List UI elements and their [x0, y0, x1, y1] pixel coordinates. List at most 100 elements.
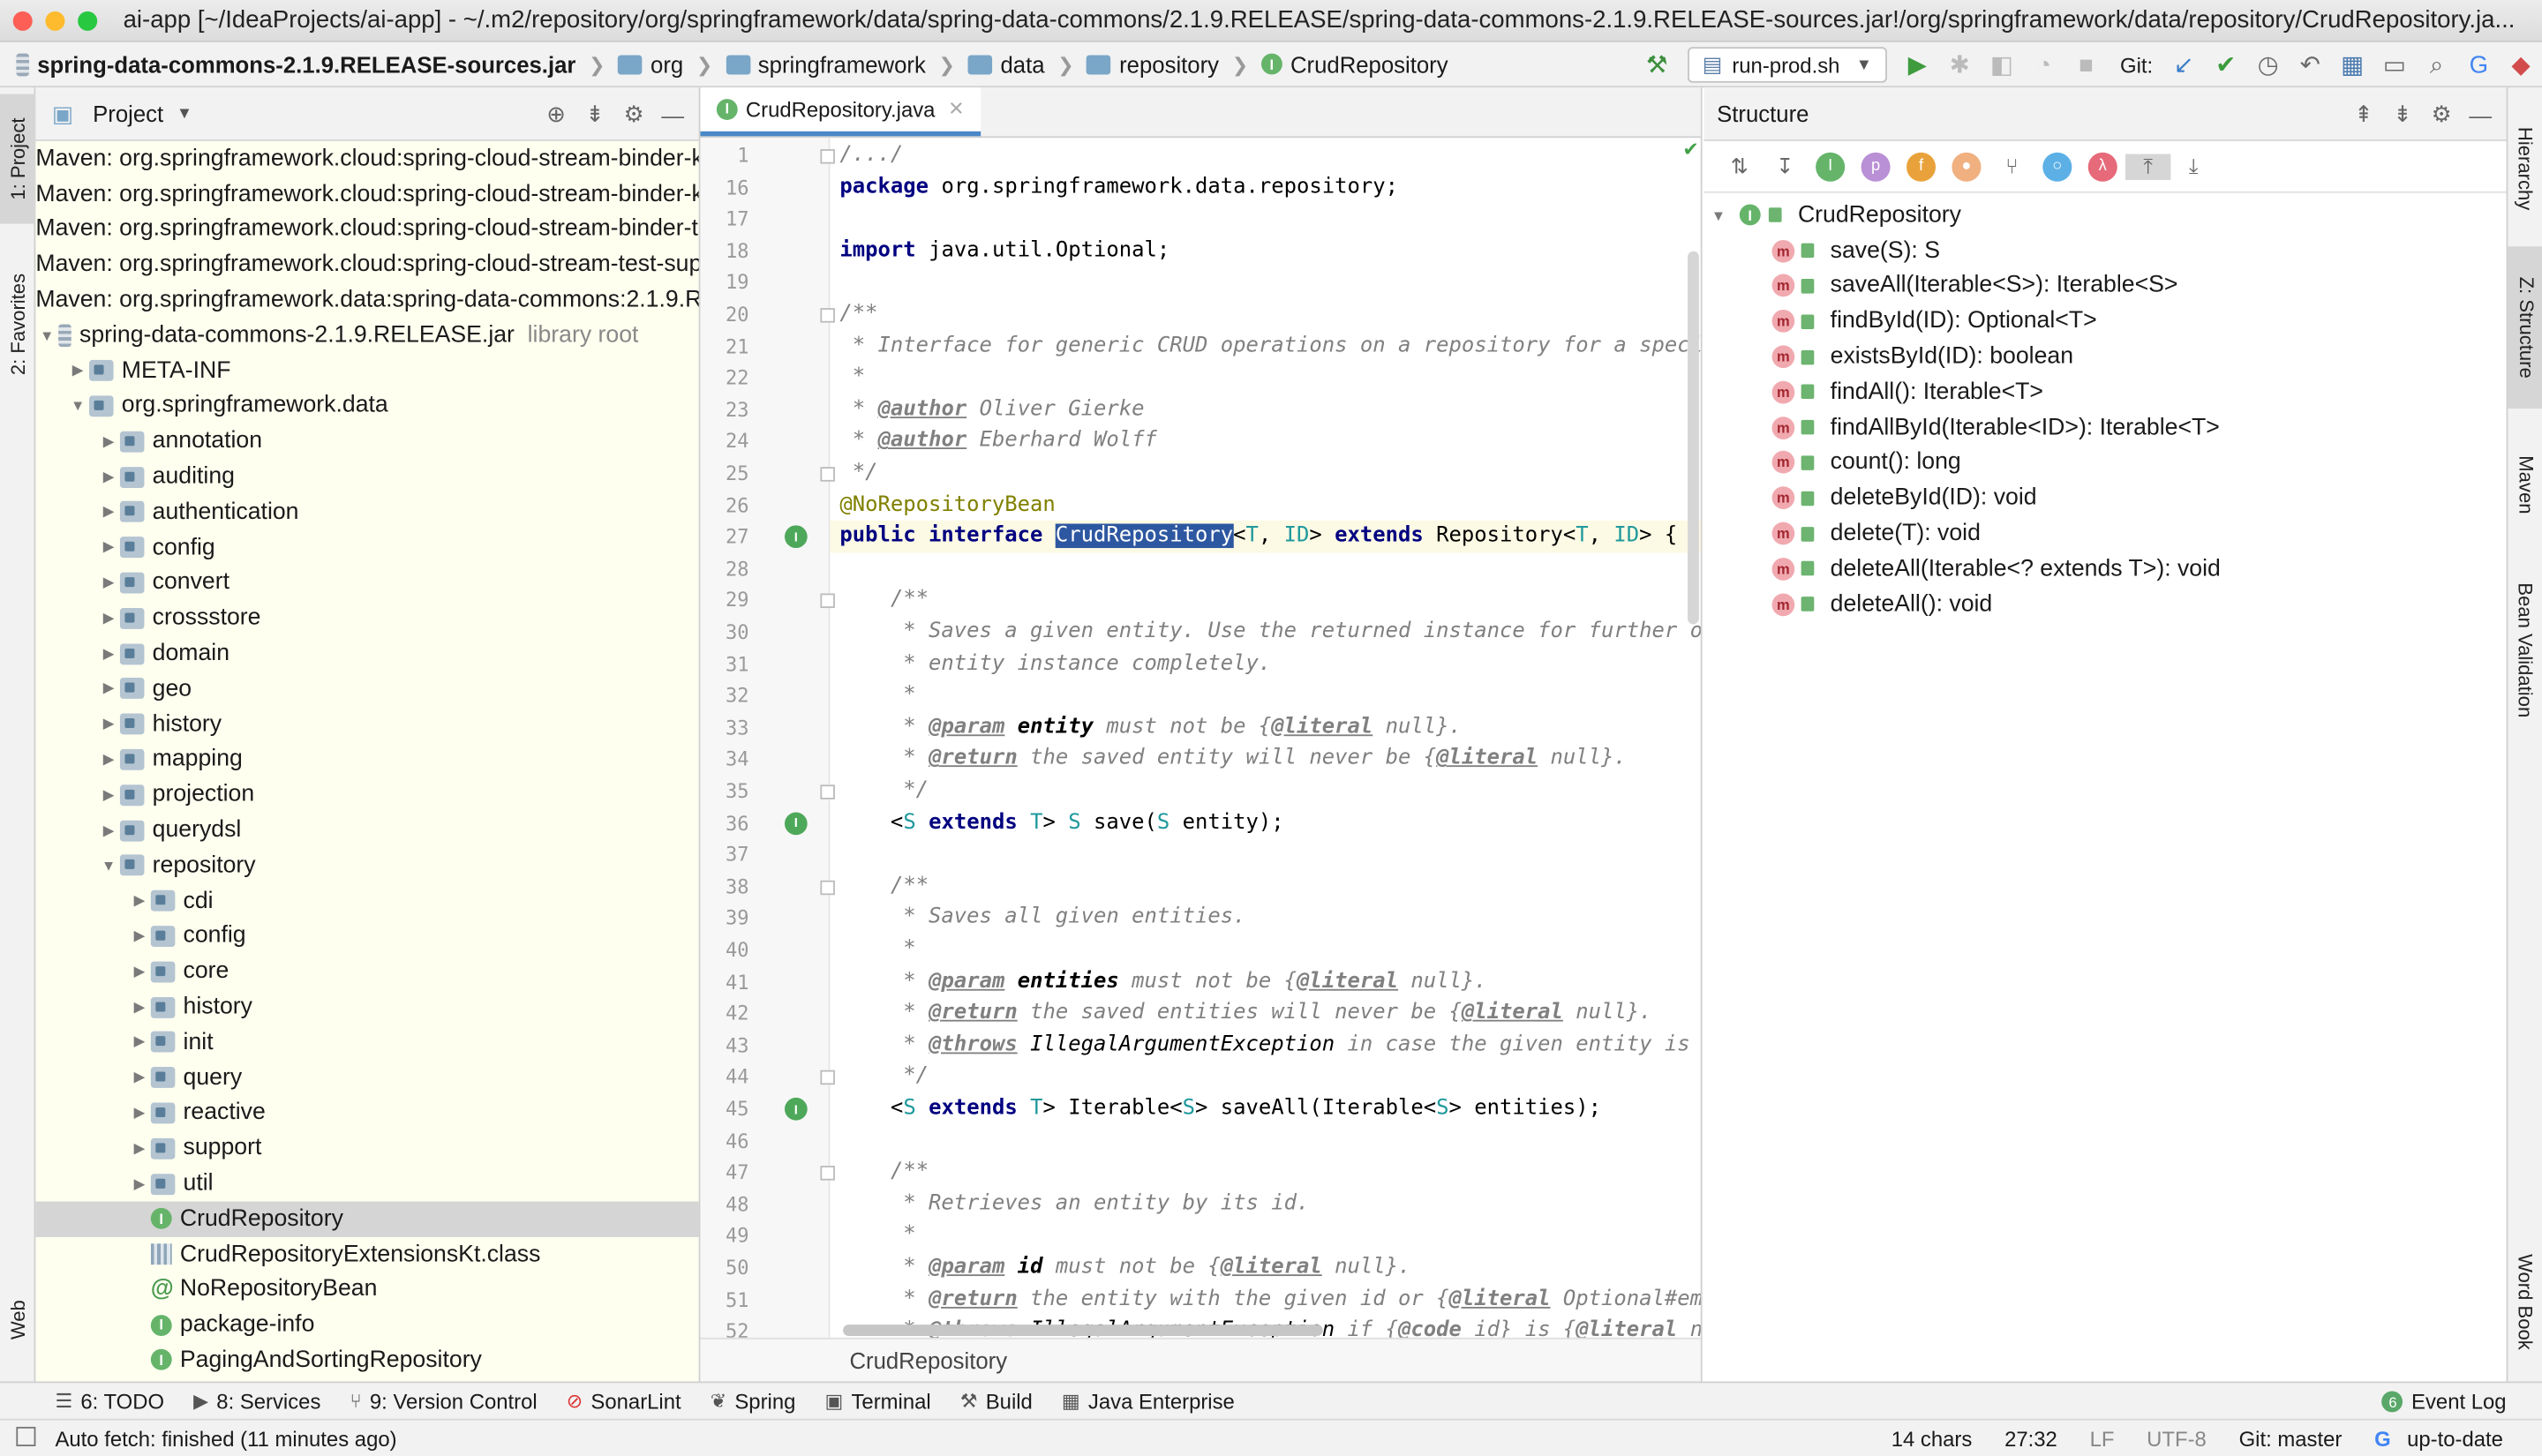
- chevron-right-icon[interactable]: ▶: [97, 716, 120, 733]
- chevron-right-icon[interactable]: ▶: [128, 998, 151, 1016]
- tab-project[interactable]: 1: Project: [0, 94, 36, 224]
- code-line[interactable]: public interface CrudRepository<T, ID> e…: [830, 521, 1701, 553]
- code-breadcrumb[interactable]: CrudRepository: [700, 1337, 1701, 1382]
- chevron-right-icon[interactable]: ▶: [128, 1033, 151, 1051]
- code-line[interactable]: * Retrieves an entity by its id.: [839, 1188, 1309, 1220]
- structure-method-item[interactable]: m delete(T): void: [1703, 516, 2506, 552]
- code-line[interactable]: <S extends T> Iterable<S> saveAll(Iterab…: [839, 1092, 1601, 1124]
- code-line[interactable]: */: [839, 457, 878, 489]
- tab-sonarlint[interactable]: ⊘ SonarLint: [567, 1389, 681, 1414]
- code-line[interactable]: */: [839, 1061, 929, 1092]
- structure-method-item[interactable]: m saveAll(Iterable<S>): Iterable<S>: [1703, 268, 2506, 304]
- chevron-right-icon[interactable]: ▶: [128, 1104, 151, 1122]
- code-line[interactable]: *: [839, 679, 915, 711]
- code-line[interactable]: import java.util.Optional;: [839, 235, 1169, 266]
- tab-favorites[interactable]: 2: Favorites: [0, 244, 35, 406]
- tree-row[interactable]: ▶ crossstore: [35, 601, 698, 636]
- tab-terminal[interactable]: ▣ Terminal: [824, 1389, 930, 1414]
- tree-row[interactable]: Maven: org.springframework.cloud:spring-…: [35, 212, 698, 247]
- code-line[interactable]: /.../: [839, 139, 903, 171]
- breadcrumb-data[interactable]: data ❯: [955, 51, 1074, 77]
- chevron-right-icon[interactable]: ▶: [97, 609, 120, 627]
- chevron-right-icon[interactable]: ▶: [97, 644, 120, 662]
- code-line[interactable]: * @return the saved entity will never be…: [839, 743, 1626, 775]
- tree-row[interactable]: ▶ history: [35, 707, 698, 742]
- chevron-right-icon[interactable]: ▶: [97, 468, 120, 485]
- tree-row[interactable]: ▼ repository: [35, 848, 698, 883]
- tree-row[interactable]: ▼ org.springframework.data: [35, 388, 698, 424]
- tree-row[interactable]: ▶ cdi: [35, 883, 698, 919]
- tree-row[interactable]: ▶ querydsl: [35, 813, 698, 848]
- tree-row[interactable]: ▶ auditing: [35, 459, 698, 494]
- chevron-down-icon[interactable]: ▼: [35, 327, 58, 343]
- locate-icon[interactable]: ⊕: [537, 101, 575, 128]
- chevron-right-icon[interactable]: ▶: [128, 927, 151, 945]
- toggle-tool-windows-icon[interactable]: [16, 1426, 36, 1446]
- tree-row[interactable]: Maven: org.springframework.cloud:spring-…: [35, 176, 698, 212]
- chevron-right-icon[interactable]: ▶: [97, 680, 120, 698]
- code-line[interactable]: * @param id must not be {@literal null}.: [839, 1251, 1410, 1283]
- chevron-right-icon[interactable]: ▶: [97, 822, 120, 839]
- git-branch[interactable]: Git: master: [2239, 1427, 2343, 1452]
- status-message[interactable]: Auto fetch: finished (11 minutes ago): [55, 1426, 396, 1451]
- tree-row[interactable]: CrudRepositoryExtensionsKt.class: [35, 1236, 698, 1272]
- hide-icon[interactable]: —: [2461, 101, 2500, 127]
- tab-crudrepository-java[interactable]: I CrudRepository.java ✕: [700, 87, 981, 137]
- code-text[interactable]: /.../package org.springframework.data.re…: [830, 138, 1701, 1338]
- show-anonymous-icon[interactable]: ○: [2042, 151, 2072, 181]
- fold-marker-icon[interactable]: [820, 784, 835, 799]
- structure-method-item[interactable]: m save(S): S: [1703, 233, 2506, 268]
- tree-row[interactable]: ▶ core: [35, 954, 698, 989]
- chevron-right-icon[interactable]: ▶: [128, 1139, 151, 1157]
- implemented-by-icon[interactable]: I: [784, 1097, 808, 1121]
- tab-web[interactable]: Web: [0, 1272, 35, 1369]
- tree-row[interactable]: Maven: org.springframework.data:spring-d…: [35, 282, 698, 318]
- code-line[interactable]: *: [839, 1220, 915, 1251]
- chevron-right-icon[interactable]: ▶: [128, 892, 151, 910]
- fold-marker-icon[interactable]: [820, 149, 835, 164]
- tree-row[interactable]: ▶ convert: [35, 565, 698, 600]
- show-non-public-icon[interactable]: ●: [1952, 151, 1982, 181]
- code-area[interactable]: 1 16 17 18 19 20 21 22 23 24 25 26 27 I 28 29 30 31 32 33 34…: [700, 138, 1701, 1338]
- breadcrumb-springframework[interactable]: springframework ❯: [712, 51, 955, 77]
- tree-row[interactable]: ▶ history: [35, 989, 698, 1024]
- debug-icon[interactable]: ✱: [1938, 42, 1981, 87]
- structure-method-item[interactable]: m findAll(): Iterable<T>: [1703, 374, 2506, 409]
- breadcrumb-repository[interactable]: repository ❯: [1074, 51, 1248, 77]
- sort-alpha-icon[interactable]: ↧: [1763, 154, 1808, 179]
- structure-method-item[interactable]: m findAllById(Iterable<ID>): Iterable<T>: [1703, 409, 2506, 445]
- tree-row[interactable]: Maven: org.springframework.cloud:spring-…: [35, 141, 698, 176]
- chevron-right-icon[interactable]: ▶: [128, 1069, 151, 1086]
- tab-structure[interactable]: Z: Structure: [2508, 246, 2542, 409]
- implemented-by-icon[interactable]: I: [784, 811, 808, 835]
- structure-method-item[interactable]: m deleteAll(Iterable<? extends T>): void: [1703, 552, 2506, 587]
- show-properties-icon[interactable]: p: [1861, 151, 1891, 181]
- file-encoding[interactable]: UTF-8: [2147, 1427, 2207, 1452]
- code-line[interactable]: * Interface for generic CRUD operations …: [839, 330, 1701, 362]
- autoscroll-to-source-icon[interactable]: ⤒: [2125, 153, 2171, 180]
- chevron-down-icon[interactable]: ▼: [1707, 207, 1730, 223]
- git-commit-icon[interactable]: ✔: [2205, 42, 2247, 87]
- sort-visibility-icon[interactable]: ⇅: [1717, 154, 1762, 179]
- code-line[interactable]: * @return the entity with the given id o…: [839, 1283, 1700, 1315]
- run-icon[interactable]: ▶: [1897, 42, 1939, 87]
- fold-marker-icon[interactable]: [820, 594, 835, 609]
- code-line[interactable]: /**: [839, 584, 929, 616]
- tree-row[interactable]: ▶ authentication: [35, 494, 698, 529]
- tab-java-enterprise[interactable]: ▦ Java Enterprise: [1062, 1389, 1235, 1414]
- tab-spring[interactable]: ❦ Spring: [711, 1389, 796, 1414]
- chevron-right-icon[interactable]: ▶: [97, 574, 120, 591]
- show-fields-icon[interactable]: f: [1906, 151, 1937, 181]
- plugin-icon[interactable]: ◆: [2500, 42, 2542, 87]
- code-line[interactable]: /**: [839, 298, 877, 330]
- chevron-right-icon[interactable]: ▶: [97, 538, 120, 556]
- tree-row[interactable]: I PagingAndSortingRepository: [35, 1343, 698, 1378]
- tree-row[interactable]: ▶ mapping: [35, 742, 698, 777]
- gear-icon[interactable]: ⚙: [2422, 101, 2461, 128]
- code-line[interactable]: *: [839, 934, 915, 965]
- stop-icon[interactable]: ■: [2065, 42, 2108, 87]
- tree-row[interactable]: ▶ META-INF: [35, 353, 698, 388]
- tab-maven[interactable]: Maven: [2508, 428, 2542, 542]
- code-line[interactable]: * @throws IllegalArgumentException in ca…: [839, 1029, 1700, 1061]
- gear-icon[interactable]: ⚙: [614, 101, 653, 128]
